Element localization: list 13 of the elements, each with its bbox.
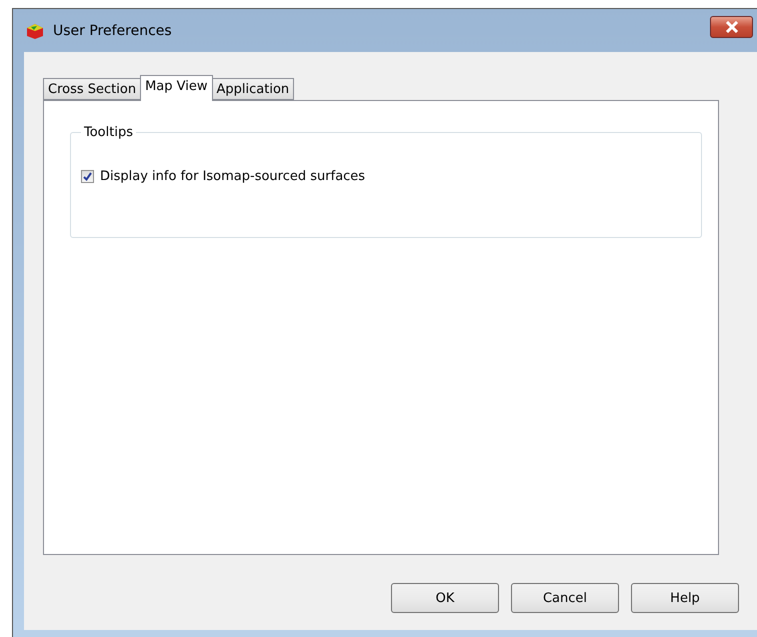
tab[interactable]: Application bbox=[212, 78, 294, 100]
dialog-button[interactable]: Cancel bbox=[511, 583, 619, 613]
window-title: User Preferences bbox=[53, 22, 173, 38]
close-button[interactable] bbox=[710, 16, 753, 38]
close-icon bbox=[724, 20, 738, 32]
tab[interactable]: Map View bbox=[140, 75, 212, 101]
dialog-button[interactable]: OK bbox=[391, 583, 499, 613]
app-icon bbox=[25, 22, 45, 40]
dialog-button[interactable]: Help bbox=[631, 583, 739, 613]
group-title: Tooltips bbox=[83, 125, 134, 140]
checkbox[interactable] bbox=[81, 170, 94, 183]
tab[interactable]: Cross Section bbox=[43, 78, 142, 100]
checkbox-label: Display info for Isomap-sourced surfaces bbox=[100, 169, 366, 184]
